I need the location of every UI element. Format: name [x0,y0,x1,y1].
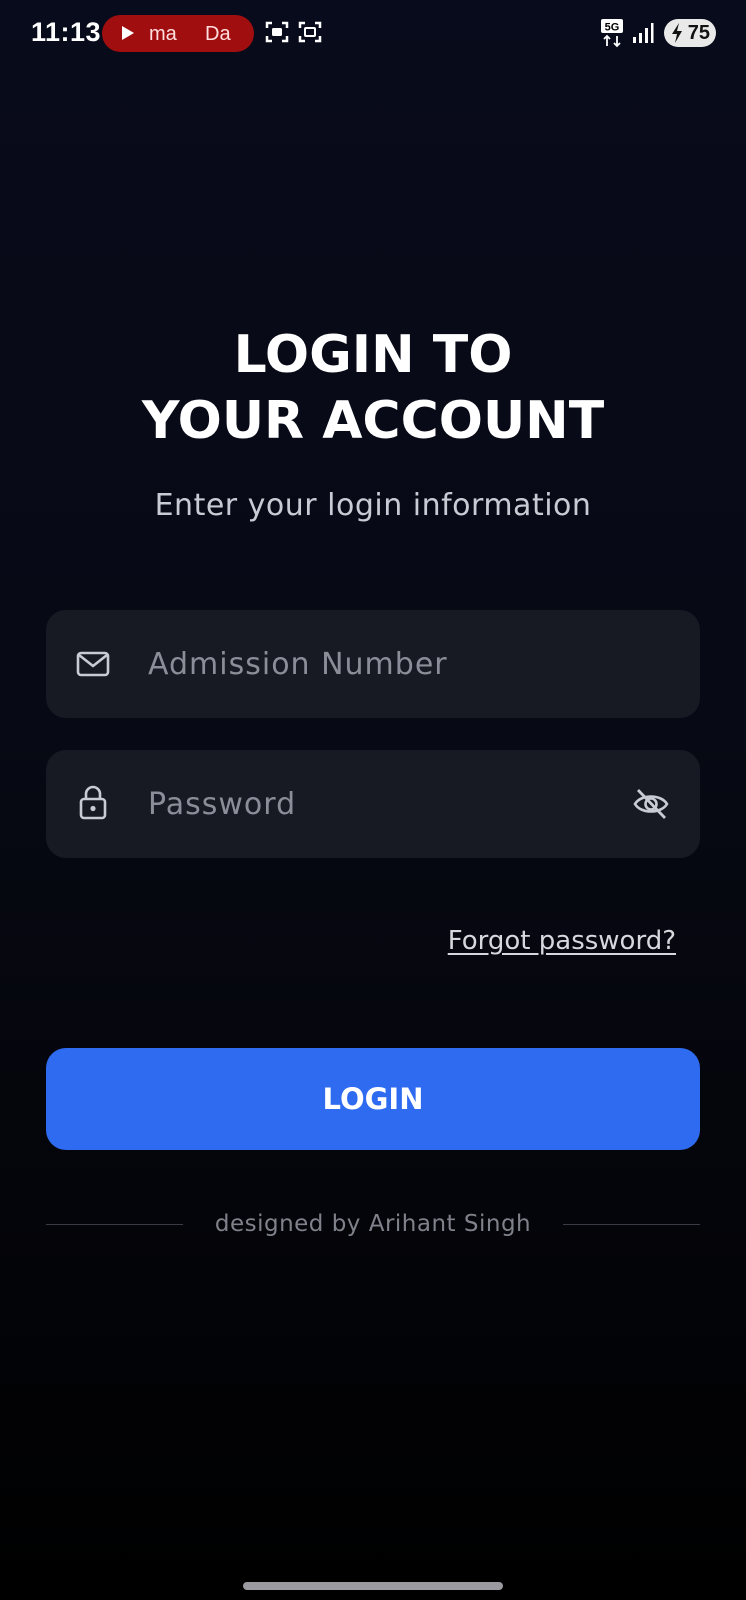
status-bar: 11:13 ma Da 5G 75 [0,0,746,70]
footer-divider-right [563,1224,700,1225]
battery-level: 75 [687,22,710,44]
password-field[interactable] [46,750,700,858]
login-button[interactable]: LOGIN [46,1048,700,1150]
media-playback-pill[interactable]: ma Da [102,15,254,52]
battery-charging-icon [672,23,682,43]
page-title: LOGIN TO YOUR ACCOUNT [0,322,746,454]
mail-icon [76,651,110,677]
media-pill-text-secondary: Da [205,23,231,45]
svg-text:5G: 5G [605,22,620,34]
5g-icon: 5G [601,19,623,48]
footer: designed by Arihant Singh [46,1205,700,1245]
admission-number-input[interactable] [148,610,608,718]
forgot-password-link[interactable]: Forgot password? [448,926,676,956]
admission-number-field[interactable] [46,610,700,718]
screenshot-icon [298,21,322,43]
password-input[interactable] [148,750,608,858]
signal-icon [633,23,654,43]
lock-icon [79,785,107,820]
play-icon [122,26,134,40]
media-pill-text: ma [149,23,177,45]
home-indicator[interactable] [243,1582,503,1590]
screen-record-icon [265,21,289,43]
title-line-1: LOGIN TO [233,325,513,385]
battery-indicator: 75 [664,19,716,47]
status-time: 11:13 [31,17,102,47]
title-line-2: YOUR ACCOUNT [141,391,605,451]
page-subtitle: Enter your login information [154,488,592,523]
eye-off-icon[interactable] [632,786,670,822]
